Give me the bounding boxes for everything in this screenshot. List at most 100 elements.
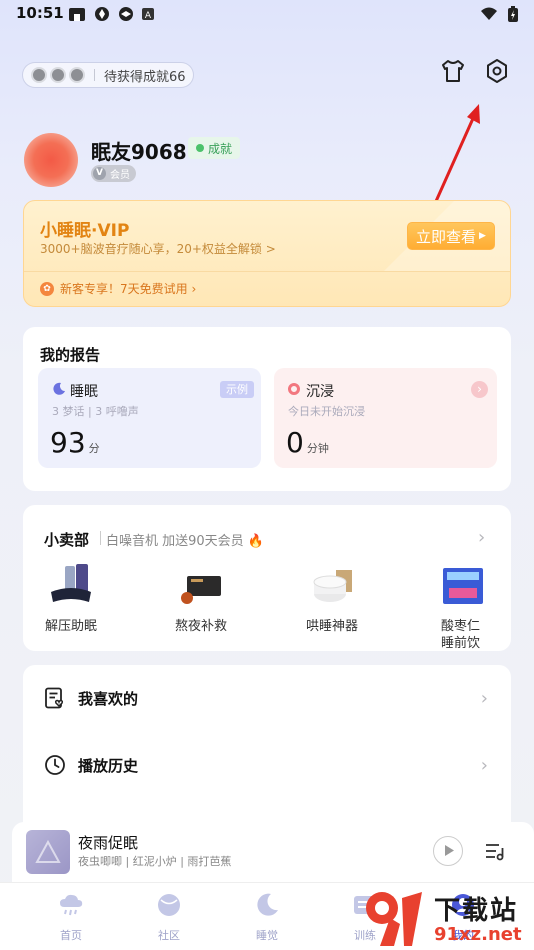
status-bar: 10:51 A <box>0 0 534 28</box>
settings-icon[interactable] <box>483 57 511 85</box>
tab-home-label: 首页 <box>60 929 82 942</box>
sleep-drink-product-icon <box>443 568 483 604</box>
vip-view-button[interactable]: 立即查看 ▶ <box>407 222 495 250</box>
avatar[interactable] <box>24 133 78 187</box>
annotation-arrow <box>431 104 480 210</box>
divider <box>100 531 101 545</box>
outfit-icon[interactable] <box>439 57 467 85</box>
vip-subtitle: 3000+脑波音疗随心享，20+权益全解锁 > <box>40 242 276 256</box>
tab-community-label: 社区 <box>158 929 180 942</box>
player-cover[interactable] <box>26 830 70 874</box>
list-card: 我喜欢的 › 播放历史 › <box>23 665 511 835</box>
tab-community[interactable]: 社区 <box>129 891 209 943</box>
notification-icons: A <box>68 6 154 22</box>
battery-icon <box>508 6 518 22</box>
vip-card[interactable]: 小睡眠·VIP 3000+脑波音疗随心享，20+权益全解锁 > 立即查看 ▶ ✿… <box>23 200 511 307</box>
tea-gift-product-icon <box>181 576 221 604</box>
watermark-logo-icon <box>366 892 422 946</box>
shop-item[interactable]: 哄睡神器 <box>292 564 372 635</box>
shop-item-label: 哄睡神器 <box>305 619 358 634</box>
report-title: 我的报告 <box>40 346 101 364</box>
history-row[interactable]: 播放历史 › <box>23 732 511 798</box>
fire-icon: 🔥 <box>247 534 265 549</box>
sleep-sub: 3 梦话 | 3 呼噜声 <box>52 405 139 418</box>
gift-icon: ✿ <box>40 281 54 296</box>
play-triangle-icon: ▶ <box>479 231 486 241</box>
shop-item-label: 解压助眠 <box>44 619 97 634</box>
shop-title: 小卖部 <box>44 531 90 549</box>
history-label: 播放历史 <box>78 756 139 775</box>
play-button[interactable] <box>433 836 463 866</box>
white-noise-machine-product-icon <box>313 570 352 602</box>
moon-icon <box>257 893 278 916</box>
sleep-score-unit: 分 <box>88 442 100 455</box>
new-user-trial-text: 新客专享！7天免费试用 › <box>60 282 197 296</box>
immerse-value: 0 <box>286 426 304 459</box>
playlist-icon[interactable] <box>484 840 506 862</box>
chevron-right-icon[interactable]: › <box>471 381 488 398</box>
chevron-right-icon: › <box>480 754 488 776</box>
favorites-row[interactable]: 我喜欢的 › <box>23 665 511 731</box>
immerse-score: 0 分钟 <box>286 426 329 459</box>
shop-item[interactable]: 熬夜补救 <box>161 564 241 635</box>
achievement-dot-icon <box>196 144 204 152</box>
vip-title: 小睡眠·VIP <box>40 221 130 241</box>
cloud-rain-icon <box>60 894 83 916</box>
watermark-url: 91xz.net <box>434 924 522 945</box>
divider <box>94 69 95 81</box>
shop-card: 小卖部 白噪音机 加送90天会员 🔥 › 解压助眠 熬夜补救 哄睡神器 酸枣仁睡… <box>23 505 511 651</box>
sleep-title: 睡眠 <box>70 384 98 400</box>
immerse-sub: 今日未开始沉浸 <box>288 405 365 418</box>
favorites-label: 我喜欢的 <box>78 689 139 708</box>
new-user-trial-link[interactable]: ✿ 新客专享！7天免费试用 › <box>40 280 196 297</box>
tab-sleep[interactable]: 睡觉 <box>227 891 307 943</box>
tab-home[interactable]: 首页 <box>31 891 111 943</box>
member-tag[interactable]: V 会员 <box>91 165 136 182</box>
report-card: 我的报告 睡眠 示例 3 梦话 | 3 呼噜声 93 分 沉浸 › 今日未开始沉浸… <box>23 327 511 491</box>
nickname[interactable]: 眠友9068 <box>91 136 187 165</box>
watermark-brand: 下载站 <box>434 896 519 926</box>
sleep-mask-product-icon <box>51 564 91 602</box>
achievement-tag-label: 成就 <box>208 141 233 156</box>
immerse-title: 沉浸 <box>306 384 334 400</box>
badge-icon <box>50 67 66 83</box>
shop-subtitle-text: 白噪音机 加送90天会员 <box>106 534 244 549</box>
app-notification-icon <box>69 8 85 21</box>
tab-sleep-label: 睡觉 <box>256 929 278 942</box>
shop-item-label: 熬夜补救 <box>174 619 227 634</box>
shop-item[interactable]: 解压助眠 <box>31 564 111 635</box>
shop-subtitle[interactable]: 白噪音机 加送90天会员 🔥 <box>106 530 264 549</box>
pinwheel-icon <box>95 7 109 21</box>
cover-art-icon <box>35 839 61 863</box>
player-subtitle: 夜虫唧唧 | 红泥小炉 | 雨打芭蕉 <box>78 855 232 868</box>
player-title: 夜雨促眠 <box>78 834 139 852</box>
sleep-score: 93 分 <box>50 426 100 459</box>
member-tag-label: 会员 <box>110 170 130 181</box>
chevron-right-icon[interactable]: › <box>478 527 485 548</box>
favorites-icon <box>45 687 64 709</box>
sleep-score-value: 93 <box>50 426 86 459</box>
moon-icon <box>53 382 65 395</box>
immerse-report-tile[interactable]: 沉浸 › 今日未开始沉浸 0 分钟 <box>274 368 497 468</box>
history-clock-icon <box>45 755 65 775</box>
pinwheel-icon-2 <box>119 7 133 21</box>
achievement-text: 待获得成就66 <box>104 69 186 85</box>
play-icon <box>445 845 454 856</box>
example-tag: 示例 <box>220 381 254 398</box>
chevron-right-icon: › <box>480 687 488 709</box>
watermark: 下载站 91xz.net <box>362 882 534 950</box>
sleep-report-tile[interactable]: 睡眠 示例 3 梦话 | 3 呼噜声 93 分 <box>38 368 261 468</box>
immerse-icon <box>288 383 300 395</box>
wifi-icon <box>481 7 497 20</box>
member-v-icon: V <box>93 167 106 180</box>
a-icon: A <box>142 8 154 20</box>
divider <box>24 271 510 272</box>
status-time: 10:51 <box>16 4 64 22</box>
badge-icon <box>69 67 85 83</box>
achievement-tag[interactable]: 成就 <box>188 137 241 159</box>
shop-item-label: 酸枣仁睡前饮 <box>441 619 481 651</box>
shop-item[interactable]: 酸枣仁睡前饮 <box>423 564 503 652</box>
vip-view-button-label: 立即查看 <box>416 227 477 246</box>
achievement-pill[interactable]: 待获得成就66 <box>22 62 194 88</box>
mini-player[interactable]: 夜雨促眠 夜虫唧唧 | 红泥小炉 | 雨打芭蕉 <box>12 822 534 882</box>
